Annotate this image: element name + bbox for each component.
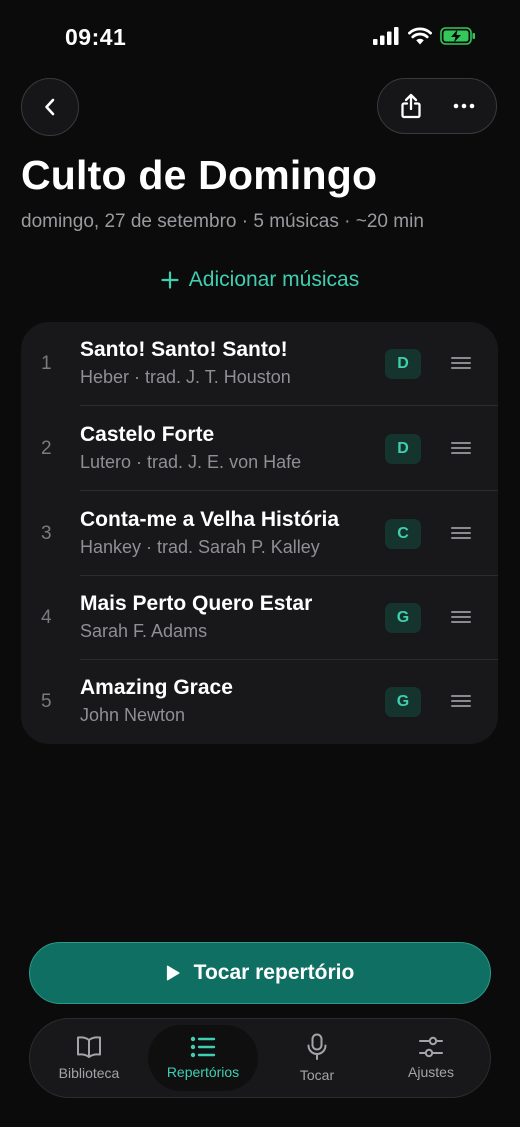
song-row[interactable]: 5 Amazing Grace John Newton G	[21, 660, 498, 744]
tab-label: Ajustes	[408, 1064, 454, 1080]
tab-label: Biblioteca	[58, 1065, 120, 1081]
tab-repertorios[interactable]: Repertórios	[148, 1025, 258, 1091]
key-badge[interactable]: G	[385, 687, 421, 717]
song-row[interactable]: 4 Mais Perto Quero Estar Sarah F. Adams …	[21, 576, 498, 660]
song-row[interactable]: 1 Santo! Santo! Santo! Heber · trad. J. …	[21, 322, 498, 406]
song-title: Conta-me a Velha História	[80, 508, 340, 531]
back-button[interactable]	[21, 78, 79, 136]
song-author: Hankey · trad. Sarah P. Kalley	[80, 537, 320, 557]
song-row[interactable]: 3 Conta-me a Velha História Hankey · tra…	[21, 492, 498, 576]
more-icon	[453, 103, 474, 109]
battery-charging-icon	[440, 27, 475, 45]
plus-icon	[161, 271, 179, 289]
row-divider	[80, 405, 498, 406]
tab-label: Tocar	[299, 1067, 335, 1083]
key-badge[interactable]: D	[385, 434, 421, 464]
song-title: Mais Perto Quero Estar	[80, 592, 313, 615]
drag-handle-icon[interactable]	[451, 526, 471, 540]
drag-handle-icon[interactable]	[451, 356, 471, 370]
drag-handle-icon[interactable]	[451, 610, 471, 624]
song-title: Amazing Grace	[80, 676, 233, 699]
key-badge[interactable]: G	[385, 603, 421, 633]
share-button[interactable]	[400, 93, 422, 119]
page-subtitle: domingo, 27 de setembro · 5 músicas · ~2…	[21, 211, 424, 232]
song-author: Heber · trad. J. T. Houston	[80, 367, 291, 387]
status-icons	[373, 27, 476, 45]
header-actions	[377, 78, 497, 134]
sliders-icon	[419, 1036, 443, 1058]
more-button[interactable]	[453, 103, 475, 109]
tab-ajustes[interactable]: Ajustes	[376, 1025, 486, 1091]
share-icon	[400, 93, 421, 119]
signal-icon	[373, 27, 399, 45]
song-number: 4	[41, 607, 52, 628]
status-time: 09:41	[65, 24, 127, 50]
status-bar: 09:41	[0, 0, 520, 78]
add-songs-label: Adicionar músicas	[188, 268, 360, 291]
key-badge[interactable]: D	[385, 349, 421, 379]
song-author: Sarah F. Adams	[80, 621, 208, 641]
microphone-icon	[307, 1033, 327, 1060]
drag-handle-icon[interactable]	[451, 441, 471, 455]
play-setlist-label: Tocar repertório	[193, 961, 355, 984]
song-number: 5	[41, 691, 52, 712]
song-author: John Newton	[80, 705, 186, 725]
tab-label: Repertórios	[166, 1064, 240, 1080]
play-icon	[166, 965, 180, 981]
song-row[interactable]: 2 Castelo Forte Lutero · trad. J. E. von…	[21, 407, 498, 491]
book-icon	[77, 1036, 101, 1058]
tab-tocar[interactable]: Tocar	[262, 1025, 372, 1091]
page-title: Culto de Domingo	[21, 152, 378, 198]
song-author: Lutero · trad. J. E. von Hafe	[80, 452, 302, 472]
song-number: 3	[41, 523, 52, 544]
song-list: 1 Santo! Santo! Santo! Heber · trad. J. …	[21, 322, 498, 744]
song-number: 1	[41, 353, 52, 374]
tab-biblioteca[interactable]: Biblioteca	[34, 1025, 144, 1091]
key-badge[interactable]: C	[385, 519, 421, 549]
song-title: Santo! Santo! Santo!	[80, 338, 288, 361]
list-icon	[190, 1036, 216, 1058]
row-divider	[80, 490, 498, 491]
tab-bar: Biblioteca Repertórios Tocar Ajustes	[29, 1018, 491, 1098]
drag-handle-icon[interactable]	[451, 694, 471, 708]
song-number: 2	[41, 438, 52, 459]
wifi-icon	[408, 27, 432, 45]
add-songs-button[interactable]: Adicionar músicas	[0, 268, 520, 292]
song-title: Castelo Forte	[80, 423, 215, 446]
play-setlist-button[interactable]: Tocar repertório	[29, 942, 491, 1004]
chevron-left-icon	[45, 98, 55, 116]
